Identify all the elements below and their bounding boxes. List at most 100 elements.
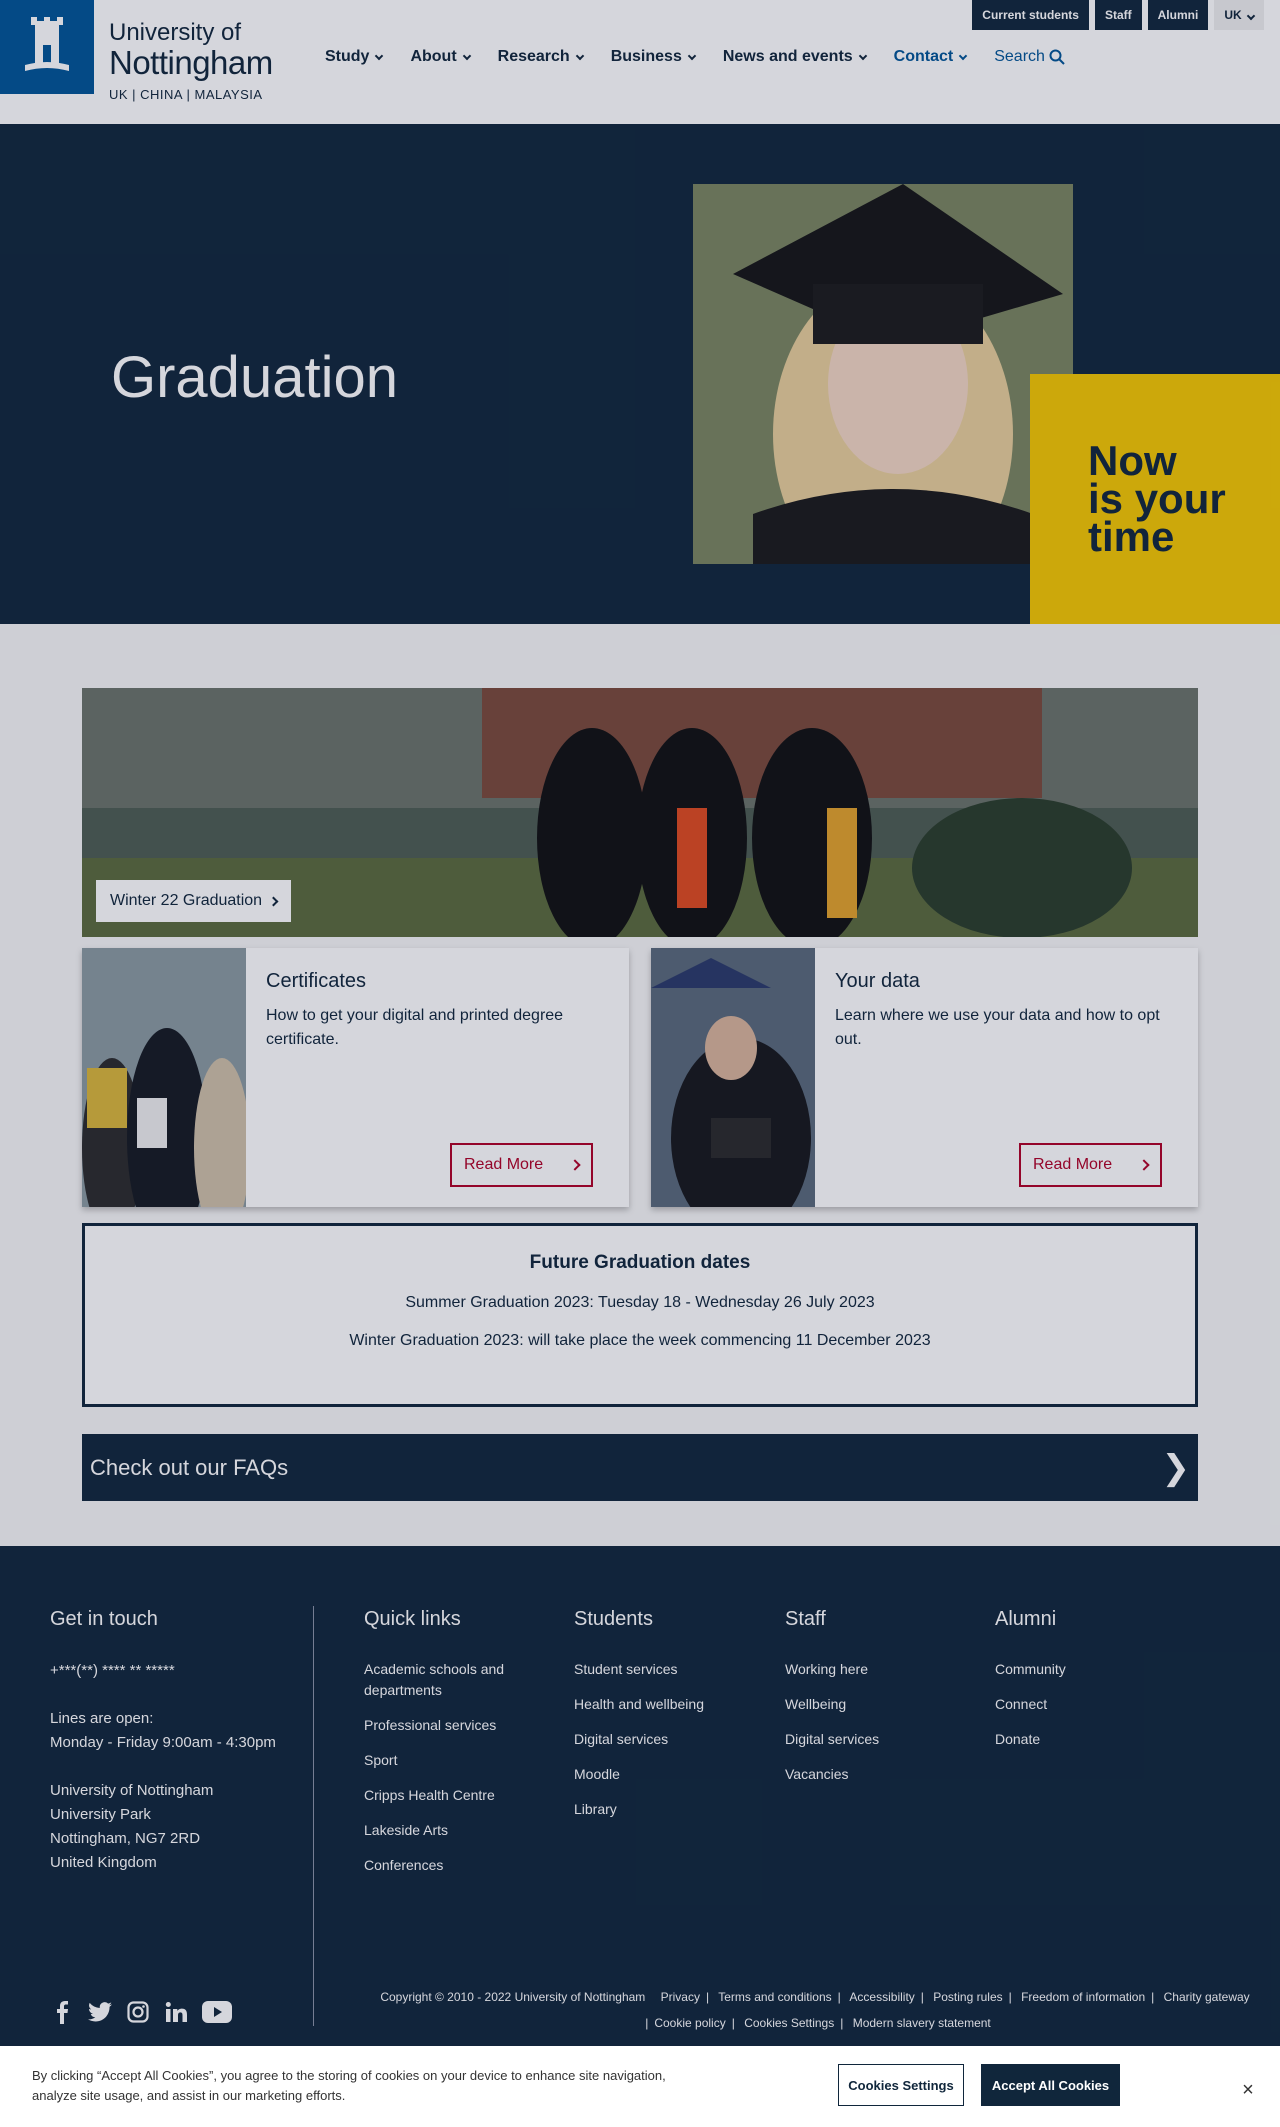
card-text: How to get your digital and printed degr…	[266, 1007, 564, 1048]
castle-logo-icon[interactable]	[0, 0, 94, 94]
cookies-settings-button[interactable]: Cookies Settings	[838, 2064, 964, 2106]
nav-contact[interactable]: Contact	[893, 48, 968, 66]
address-line: University Park	[50, 1806, 151, 1823]
footer-link[interactable]: Community	[995, 1659, 1175, 1680]
footer-heading: Get in touch	[50, 1608, 158, 1630]
future-dates-title: Future Graduation dates	[529, 1252, 751, 1273]
footer-link[interactable]: Wellbeing	[785, 1694, 965, 1715]
staff-link[interactable]: Staff	[1094, 0, 1142, 30]
footer-heading: Staff	[785, 1608, 826, 1630]
facebook-icon[interactable]	[50, 2000, 74, 2024]
faq-link-bar[interactable]: Check out our FAQs ❯	[82, 1434, 1198, 1501]
footer-link[interactable]: Academic schools and departments	[364, 1659, 534, 1701]
footer-link[interactable]: Cripps Health Centre	[364, 1785, 534, 1806]
region-selector[interactable]: UK	[1214, 0, 1264, 30]
footer-contact: Get in touch +***(**) **** ** ***** Line…	[50, 1608, 280, 1875]
nav-label: Business	[610, 48, 682, 65]
footer-heading: Students	[574, 1608, 653, 1630]
phone-number[interactable]: +***(**) **** ** *****	[50, 1659, 280, 1683]
your-data-read-more-button[interactable]: Read More	[1019, 1143, 1162, 1187]
nav-study[interactable]: Study	[325, 48, 384, 66]
footer-heading: Alumni	[995, 1608, 1057, 1630]
footer-link[interactable]: Donate	[995, 1729, 1175, 1750]
instagram-icon[interactable]	[126, 2000, 150, 2024]
chevron-right-icon	[1138, 1159, 1150, 1171]
lines-open-hours: Monday - Friday 9:00am - 4:30pm	[50, 1734, 276, 1751]
footer-link[interactable]: Working here	[785, 1659, 965, 1680]
cookie-consent-text: By clicking “Accept All Cookies”, you ag…	[32, 2068, 666, 2103]
chevron-down-icon	[1246, 11, 1256, 21]
search-label: Search	[994, 48, 1045, 65]
chevron-right-icon	[569, 1159, 581, 1171]
current-students-link[interactable]: Current students	[972, 0, 1089, 30]
banner-label[interactable]: Winter 22 Graduation	[96, 880, 292, 922]
footer-link[interactable]: Digital services	[574, 1729, 754, 1750]
accept-all-cookies-button[interactable]: Accept All Cookies	[981, 2064, 1120, 2106]
search-button[interactable]: Search	[994, 48, 1065, 66]
logo-line-2: Nottingham	[109, 44, 273, 81]
footer-link[interactable]: Conferences	[364, 1855, 534, 1876]
logo-campuses: UK | CHINA | MALAYSIA	[109, 87, 263, 102]
nav-business[interactable]: Business	[610, 48, 697, 66]
footer-students: Students Student services Health and wel…	[574, 1608, 754, 1834]
charity-gateway-link[interactable]: Charity gateway	[1164, 1990, 1250, 2004]
site-footer: Get in touch +***(**) **** ** ***** Line…	[0, 1546, 1280, 2046]
freedom-of-information-link[interactable]: Freedom of information	[1021, 1990, 1145, 2004]
twitter-icon[interactable]	[88, 2000, 112, 2024]
main-nav: Study About Research Business News and e…	[325, 48, 1093, 66]
cookie-policy-link[interactable]: Cookie policy	[654, 2016, 725, 2030]
cookies-settings-link[interactable]: Cookies Settings	[744, 2016, 834, 2030]
certificates-card: Certificates How to get your digital and…	[82, 948, 629, 1207]
castle-icon	[25, 17, 69, 71]
card-text: Learn where we use your data and how to …	[835, 1007, 1160, 1048]
posting-rules-link[interactable]: Posting rules	[933, 1990, 1002, 2004]
footer-link[interactable]: Student services	[574, 1659, 754, 1680]
footer-link[interactable]: Sport	[364, 1750, 534, 1771]
winter-graduation-banner[interactable]: Winter 22 Graduation	[82, 688, 1198, 937]
footer-link[interactable]: Moodle	[574, 1764, 754, 1785]
footer-link[interactable]: Digital services	[785, 1729, 965, 1750]
footer-link[interactable]: Professional services	[364, 1715, 534, 1736]
youtube-icon[interactable]	[202, 2000, 232, 2024]
footer-link[interactable]: Vacancies	[785, 1764, 965, 1785]
chevron-down-icon	[687, 51, 697, 60]
hero-section: Graduation Now is your time	[0, 124, 1280, 624]
chevron-down-icon	[958, 51, 968, 60]
search-icon	[1049, 49, 1065, 65]
certificates-read-more-button[interactable]: Read More	[450, 1143, 593, 1187]
linkedin-icon[interactable]	[164, 2000, 188, 2024]
university-wordmark[interactable]: University of Nottingham UK | CHINA | MA…	[109, 20, 273, 104]
privacy-link[interactable]: Privacy	[661, 1990, 700, 2004]
footer-link[interactable]: Lakeside Arts	[364, 1820, 534, 1841]
separator: |	[731, 2016, 735, 2030]
terms-link[interactable]: Terms and conditions	[718, 1990, 831, 2004]
footer-divider	[313, 1606, 314, 2026]
hero-tagline: Now is your time	[1088, 437, 1226, 560]
alumni-link[interactable]: Alumni	[1147, 0, 1209, 30]
footer-quick-links: Quick links Academic schools and departm…	[364, 1608, 534, 1890]
close-icon[interactable]: ×	[1236, 2080, 1260, 2104]
nav-label: Contact	[893, 48, 954, 65]
accessibility-link[interactable]: Accessibility	[849, 1990, 914, 2004]
separator: |	[840, 2016, 844, 2030]
address-line: Nottingham, NG7 2RD	[50, 1830, 201, 1847]
nav-research[interactable]: Research	[498, 48, 584, 66]
nav-news-and-events[interactable]: News and events	[723, 48, 867, 66]
chevron-right-icon	[268, 896, 279, 906]
separator: |	[645, 2016, 649, 2030]
cookie-consent-banner: By clicking “Accept All Cookies”, you ag…	[0, 2046, 1280, 2127]
footer-link[interactable]: Connect	[995, 1694, 1175, 1715]
copyright-text: Copyright © 2010 - 2022 University of No…	[380, 1990, 646, 2004]
future-graduation-dates: Future Graduation dates Summer Graduatio…	[82, 1223, 1198, 1407]
region-label: UK	[1224, 8, 1242, 22]
separator: |	[837, 1990, 841, 2004]
address-line: United Kingdom	[50, 1854, 157, 1871]
address-line: University of Nottingham	[50, 1782, 214, 1799]
faq-label: Check out our FAQs	[90, 1454, 289, 1480]
modern-slavery-link[interactable]: Modern slavery statement	[853, 2016, 991, 2030]
winter-graduation-date: Winter Graduation 2023: will take place …	[349, 1332, 931, 1349]
nav-about[interactable]: About	[410, 48, 471, 66]
graduate-with-certificate-image	[82, 948, 246, 1207]
footer-link[interactable]: Library	[574, 1799, 754, 1820]
footer-link[interactable]: Health and wellbeing	[574, 1694, 754, 1715]
